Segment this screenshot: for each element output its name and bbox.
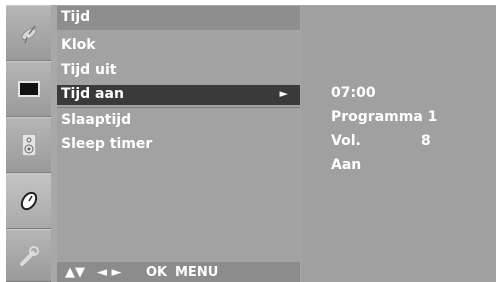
- submenu-arrow-icon: ►: [279, 87, 288, 100]
- on-timer-state[interactable]: Aan: [331, 157, 361, 173]
- menu-item-label: Slaaptijd: [61, 112, 132, 128]
- left-right-arrows-icon: ◄ ►: [97, 265, 122, 280]
- speaker-icon: [21, 134, 36, 156]
- menu-item-klok[interactable]: Klok: [57, 36, 300, 56]
- wrench-icon: [19, 245, 39, 266]
- menu-item-tijd-uit[interactable]: Tijd uit: [57, 61, 300, 81]
- menu-item-tijd-aan[interactable]: Tijd aan ►: [57, 85, 300, 105]
- category-time[interactable]: [6, 173, 51, 229]
- category-audio[interactable]: [6, 117, 51, 173]
- menu-item-label: Tijd aan: [61, 86, 124, 102]
- category-setup[interactable]: [6, 229, 51, 282]
- satellite-dish-icon: [21, 25, 36, 44]
- program-value[interactable]: Programma 1: [331, 109, 437, 125]
- clock-icon: [20, 191, 37, 211]
- category-station[interactable]: [6, 5, 51, 61]
- on-time-value[interactable]: 07:00: [331, 85, 376, 101]
- menu-divider: [57, 107, 300, 108]
- menu-item-label: Sleep timer: [61, 136, 153, 152]
- navigation-hint-bar: ▲▼ ◄ ► OK MENU: [57, 262, 300, 282]
- picture-icon: [17, 81, 40, 97]
- ok-hint: OK: [146, 265, 168, 280]
- menu-title-bar: Tijd: [57, 6, 300, 30]
- category-picture[interactable]: [6, 61, 51, 117]
- menu-hint: MENU: [175, 265, 219, 280]
- menu-item-label: Klok: [61, 37, 96, 53]
- volume-label: Vol.: [331, 133, 361, 149]
- category-icon-strip: [6, 5, 51, 282]
- volume-value[interactable]: 8: [421, 133, 431, 149]
- menu-item-sleep-timer[interactable]: Sleep timer: [57, 135, 300, 155]
- menu-title: Tijd: [61, 9, 91, 25]
- menu-item-slaaptijd[interactable]: Slaaptijd: [57, 111, 300, 131]
- up-down-arrows-icon: ▲▼: [65, 265, 85, 280]
- menu-item-label: Tijd uit: [61, 62, 117, 78]
